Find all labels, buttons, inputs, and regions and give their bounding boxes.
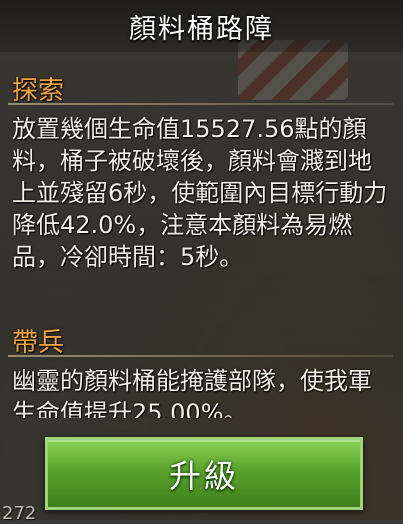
troops-heading: 帶兵 bbox=[12, 328, 65, 358]
troops-description: 幽靈的顏料桶能掩護部隊，使我軍生命值提升25.00%。 bbox=[12, 367, 372, 418]
upgrade-button-label: 升級 bbox=[168, 456, 239, 495]
corner-number: 272 bbox=[2, 503, 37, 524]
panel-title: 顏料桶路障 bbox=[129, 13, 274, 45]
troops-divider bbox=[8, 355, 393, 357]
title-bar: 顏料桶路障 bbox=[0, 0, 403, 52]
explore-description: 放置幾個生命值15527.56點的顏料，桶子被破壞後，顏料會濺到地上並殘留6秒，… bbox=[12, 115, 388, 271]
troops-text-viewport[interactable]: 幽靈的顏料桶能掩護部隊，使我軍生命值提升25.00%。 bbox=[0, 362, 403, 418]
explore-divider bbox=[8, 103, 393, 105]
upgrade-button[interactable]: 升級 bbox=[45, 437, 363, 510]
explore-heading: 探索 bbox=[12, 76, 65, 106]
